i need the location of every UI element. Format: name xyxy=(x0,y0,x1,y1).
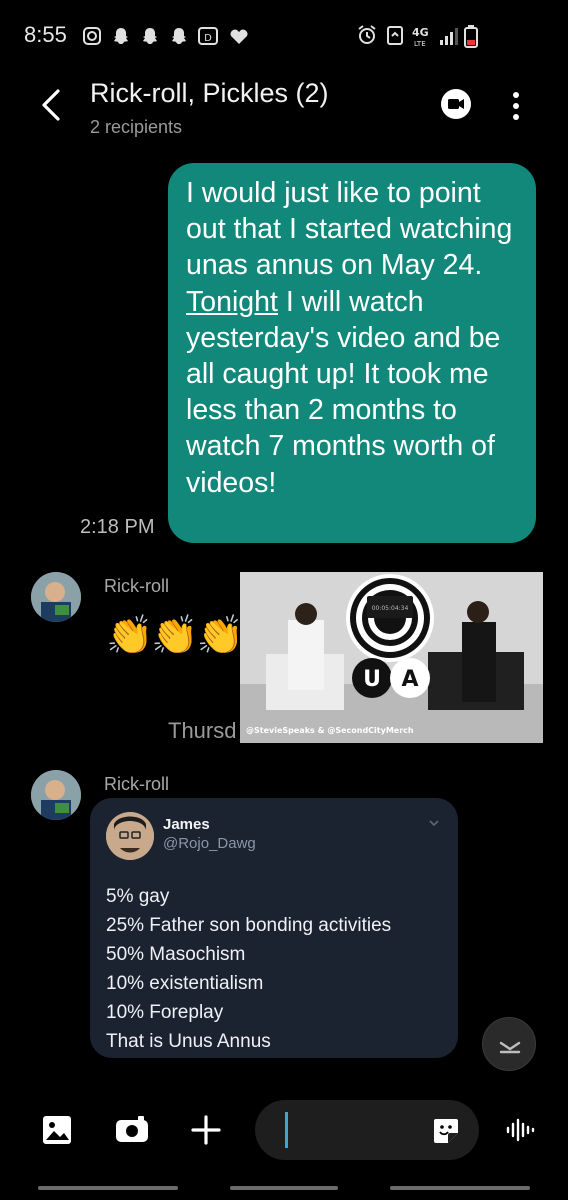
text-cursor xyxy=(285,1112,288,1148)
alarm-icon xyxy=(358,25,376,44)
video-call-icon[interactable] xyxy=(440,88,472,120)
link-tonight[interactable]: Tonight xyxy=(186,286,278,318)
tweet-screenshot[interactable]: James @Rojo_Dawg 5% gay 25% Father son b… xyxy=(90,798,458,1058)
disney-plus-icon: D xyxy=(198,27,218,45)
avatar[interactable] xyxy=(31,770,81,820)
gallery-icon[interactable] xyxy=(40,1112,76,1148)
svg-text:U: U xyxy=(363,667,381,692)
snapchat-icon xyxy=(114,28,128,44)
voice-message-icon[interactable] xyxy=(502,1112,538,1148)
svg-text:D: D xyxy=(204,33,212,44)
snapchat-icon xyxy=(143,28,157,44)
tweet-body: 5% gay 25% Father son bonding activities… xyxy=(106,882,391,1056)
svg-text:00:05:04:34: 00:05:04:34 xyxy=(372,605,409,612)
message-time: 2:18 PM xyxy=(80,516,155,538)
sender-name: Rick-roll xyxy=(104,774,169,794)
tweet-line: 10% Foreplay xyxy=(106,1002,224,1023)
tweet-line: 50% Masochism xyxy=(106,944,246,965)
clapping-emoji[interactable]: 👏👏👏 xyxy=(106,614,244,658)
tweet-avatar xyxy=(106,812,154,860)
outgoing-message-bubble[interactable]: I would just like to point out that I st… xyxy=(168,163,536,543)
sticker-icon[interactable] xyxy=(431,1116,461,1146)
scroll-down-icon xyxy=(499,1041,521,1054)
tweet-line: 25% Father son bonding activities xyxy=(106,915,392,936)
add-attachment-icon[interactable] xyxy=(188,1112,224,1148)
battery-low-icon xyxy=(464,25,478,48)
tweet-line: 5% gay xyxy=(106,886,170,907)
recycle-icon xyxy=(387,26,403,45)
svg-text:LTE: LTE xyxy=(414,40,426,48)
sender-name: Rick-roll xyxy=(104,576,169,596)
conversation-title[interactable]: Rick-roll, Pickles (2) xyxy=(90,78,329,109)
tweet-line: 10% existentialism xyxy=(106,973,264,994)
camera-icon[interactable] xyxy=(114,1112,150,1148)
avatar[interactable] xyxy=(31,572,81,622)
svg-text:@StevieSpeaks & @SecondCityMer: @StevieSpeaks & @SecondCityMerch xyxy=(246,726,414,735)
chevron-down-icon xyxy=(429,820,439,827)
more-options-icon[interactable] xyxy=(508,90,524,122)
tweet-author-name: James xyxy=(163,816,210,833)
nav-bar-segment xyxy=(38,1186,178,1190)
media-thumbnail[interactable]: 00:05:04:34 U A @StevieSpeaks & @SecondC… xyxy=(240,572,543,743)
recipients-count: 2 recipients xyxy=(90,117,183,137)
signal-icon xyxy=(440,28,458,45)
scroll-to-bottom-button[interactable] xyxy=(482,1017,536,1071)
back-arrow-icon[interactable] xyxy=(36,88,68,122)
heart-icon xyxy=(230,29,248,44)
svg-text:A: A xyxy=(401,667,418,692)
status-time: 8:55 xyxy=(24,22,67,47)
4g-lte-icon: 4GLTE xyxy=(412,26,429,48)
date-separator: Thursd xyxy=(168,718,237,743)
message-input[interactable] xyxy=(255,1100,479,1160)
nav-bar-segment xyxy=(390,1186,530,1190)
instagram-icon xyxy=(83,27,101,45)
snapchat-icon xyxy=(172,28,186,44)
tweet-line: That is Unus Annus xyxy=(106,1031,271,1052)
svg-text:4G: 4G xyxy=(412,26,429,39)
message-text: I would just like to point out that I st… xyxy=(186,177,513,499)
nav-bar-segment xyxy=(230,1186,338,1190)
tweet-author-handle: @Rojo_Dawg xyxy=(163,835,256,852)
